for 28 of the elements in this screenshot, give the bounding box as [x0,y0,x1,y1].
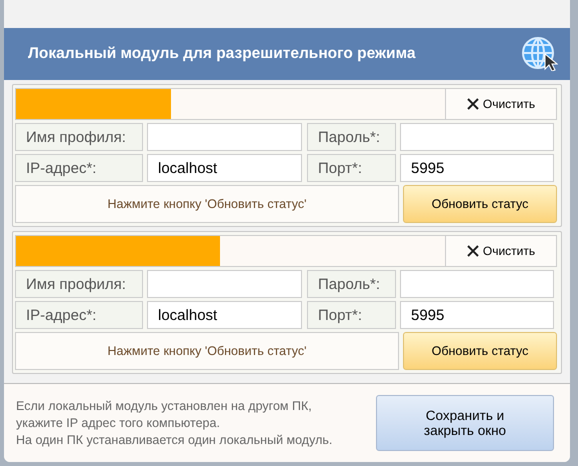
input-field[interactable]: localhost [147,154,302,182]
save-close-button[interactable]: Сохранить и закрыть окно [376,395,554,451]
close-icon [466,98,479,110]
field-label: Порт*: [307,301,396,329]
note-text: Если локальный модуль установлен на другом ПК, [16,398,313,414]
input-field[interactable] [400,270,554,298]
field-label: Пароль*: [307,270,396,298]
field-label: Имя профиля: [15,123,143,151]
field-label: IP-адрес*: [15,154,143,182]
input-field[interactable]: localhost [147,301,302,329]
globe-cursor-icon [522,37,558,71]
close-icon [466,245,479,257]
field-label: Порт*: [307,154,396,182]
dialog-title: Локальный модуль для разрешительного режима [28,45,416,63]
status-message: Нажмите кнопку 'Обновить статус' [15,332,399,370]
note-text: На один ПК устанавливается один локальный модуль. [16,432,332,448]
input-field[interactable] [400,123,554,151]
input-field[interactable]: 5995 [400,301,554,329]
input-field[interactable]: 5995 [400,154,554,182]
field-label: Пароль*: [307,123,396,151]
field-label: Имя профиля: [15,270,143,298]
field-label: IP-адрес*: [15,301,143,329]
refresh-status-button[interactable]: Обновить статус [403,332,557,370]
input-field[interactable] [147,123,302,151]
note-text: укажите IP адрес того компьютера. [16,414,221,432]
refresh-status-button[interactable]: Обновить статус [403,185,557,223]
status-message: Нажмите кнопку 'Обновить статус' [15,185,399,223]
input-field[interactable] [147,270,302,298]
